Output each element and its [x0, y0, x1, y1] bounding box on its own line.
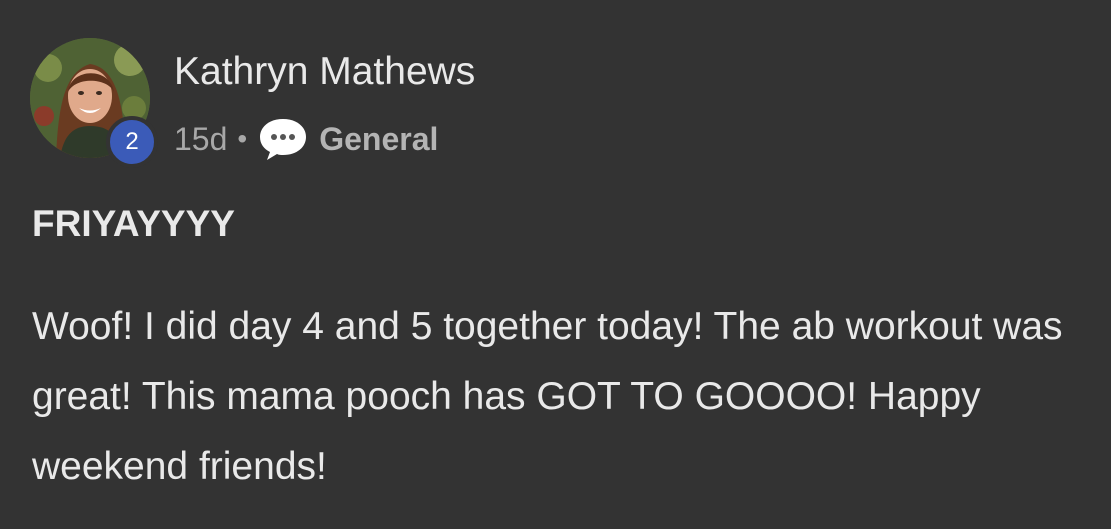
post-body: Woof! I did day 4 and 5 together today! … [32, 305, 1063, 488]
author-name[interactable]: Kathryn Mathews [174, 50, 475, 94]
group-name-link[interactable]: General [319, 121, 438, 158]
chat-bubble-icon [257, 116, 309, 162]
post-card: 2 Kathryn Mathews 15d • General FRIYAYYY… [0, 0, 1111, 529]
post-title: FRIYAYYYY [32, 203, 235, 244]
meta-separator: • [237, 123, 248, 154]
post-timestamp[interactable]: 15d [174, 121, 227, 158]
level-badge: 2 [106, 116, 158, 168]
author-avatar-container[interactable]: 2 [30, 38, 158, 168]
post-meta: 15d • General [174, 116, 438, 162]
